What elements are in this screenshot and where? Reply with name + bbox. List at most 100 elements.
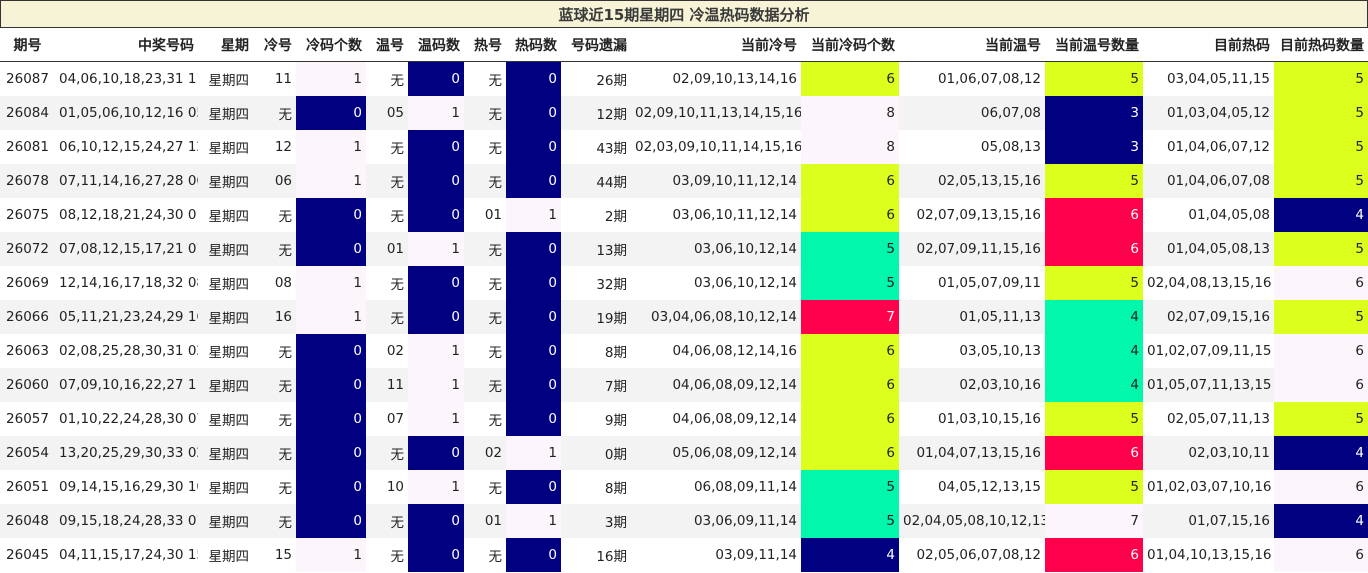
weekday-cell: 星期四	[198, 130, 253, 164]
current-cold-cell: 03,04,06,08,10,12,14	[631, 300, 801, 334]
current-hot-count-cell: 5	[1274, 402, 1368, 436]
current-cold-count-cell: 7	[801, 300, 899, 334]
hot-number-cell: 01	[464, 504, 506, 538]
current-cold-count-cell: 5	[801, 470, 899, 504]
hot-count-cell: 0	[506, 130, 561, 164]
weekday-cell: 星期四	[198, 368, 253, 402]
weekday-cell: 星期四	[198, 436, 253, 470]
table-row: 26063 02,08,25,28,30,31 02 星期四无 0 02 1 无 0 8期 04,…	[0, 334, 1368, 368]
hot-number-cell: 无	[464, 402, 506, 436]
analysis-table: 期号 中奖号码 星期 冷号 冷码个数 温号 温码数 热号 热码数 号码遗漏 当前…	[0, 28, 1368, 572]
winning-numbers-cell: 01,05,06,10,12,16 05	[55, 96, 198, 130]
warm-count-cell: 0	[408, 198, 464, 232]
hot-count-cell: 0	[506, 164, 561, 198]
winning-numbers-cell: 04,11,15,17,24,30 15	[55, 538, 198, 572]
issue-cell: 26051	[0, 470, 55, 504]
hot-count-cell: 0	[506, 266, 561, 300]
weekday-cell: 星期四	[198, 198, 253, 232]
current-cold-count-cell: 5	[801, 232, 899, 266]
header-weekday: 星期	[198, 28, 253, 62]
issue-cell: 26054	[0, 436, 55, 470]
warm-count-cell: 1	[408, 96, 464, 130]
current-hot-cell: 01,05,07,11,13,15	[1143, 368, 1274, 402]
current-warm-count-cell: 3	[1045, 130, 1143, 164]
current-hot-cell: 01,04,05,08	[1143, 198, 1274, 232]
winning-numbers-cell: 05,11,21,23,24,29 16	[55, 300, 198, 334]
omission-cell: 12期	[561, 96, 631, 130]
table-row: 26075 08,12,18,21,24,30 01 星期四无 0 无 0 01 1 2期 03,…	[0, 198, 1368, 232]
header-numbers: 中奖号码	[55, 28, 198, 62]
issue-cell: 26087	[0, 61, 55, 96]
current-cold-count-cell: 5	[801, 266, 899, 300]
cold-number-cell: 06	[253, 164, 296, 198]
current-hot-count-cell: 6	[1274, 470, 1368, 504]
current-warm-count-cell: 6	[1045, 232, 1143, 266]
hot-count-cell: 0	[506, 300, 561, 334]
current-cold-cell: 03,06,10,12,14	[631, 232, 801, 266]
omission-cell: 19期	[561, 300, 631, 334]
cold-number-cell: 15	[253, 538, 296, 572]
header-row: 期号 中奖号码 星期 冷号 冷码个数 温号 温码数 热号 热码数 号码遗漏 当前…	[0, 28, 1368, 62]
current-cold-cell: 03,06,10,11,12,14	[631, 198, 801, 232]
winning-numbers-cell: 06,10,12,15,24,27 12	[55, 130, 198, 164]
omission-cell: 16期	[561, 538, 631, 572]
issue-cell: 26081	[0, 130, 55, 164]
current-cold-count-cell: 6	[801, 198, 899, 232]
omission-cell: 9期	[561, 402, 631, 436]
cold-count-cell: 0	[296, 198, 366, 232]
current-hot-count-cell: 6	[1274, 334, 1368, 368]
weekday-cell: 星期四	[198, 504, 253, 538]
weekday-cell: 星期四	[198, 232, 253, 266]
weekday-cell: 星期四	[198, 164, 253, 198]
current-hot-cell: 01,04,10,13,15,16	[1143, 538, 1274, 572]
warm-number-cell: 无	[366, 130, 408, 164]
current-cold-count-cell: 6	[801, 402, 899, 436]
header-omission: 号码遗漏	[561, 28, 631, 62]
current-hot-cell: 01,03,04,05,12	[1143, 96, 1274, 130]
warm-count-cell: 1	[408, 334, 464, 368]
current-hot-count-cell: 4	[1274, 436, 1368, 470]
current-cold-count-cell: 6	[801, 334, 899, 368]
warm-number-cell: 无	[366, 198, 408, 232]
omission-cell: 3期	[561, 504, 631, 538]
cold-number-cell: 无	[253, 96, 296, 130]
cold-count-cell: 0	[296, 334, 366, 368]
header-hot: 热号	[464, 28, 506, 62]
hot-count-cell: 0	[506, 334, 561, 368]
cold-count-cell: 1	[296, 164, 366, 198]
issue-cell: 26075	[0, 198, 55, 232]
hot-count-cell: 1	[506, 504, 561, 538]
hot-count-cell: 0	[506, 538, 561, 572]
warm-count-cell: 1	[408, 402, 464, 436]
table-row: 26072 07,08,12,15,17,21 01 星期四无 0 01 1 无 0 13期 03…	[0, 232, 1368, 266]
current-warm-count-cell: 6	[1045, 538, 1143, 572]
warm-number-cell: 11	[366, 368, 408, 402]
table-row: 26081 06,10,12,15,24,27 12 星期四 12 1 无 0 无 0 43期 02…	[0, 130, 1368, 164]
table-row: 26054 13,20,25,29,30,33 02 星期四无 0 无 0 02 1 0期 05,…	[0, 436, 1368, 470]
current-warm-cell: 02,05,13,15,16	[899, 164, 1045, 198]
warm-count-cell: 1	[408, 470, 464, 504]
table-row: 26078 07,11,14,16,27,28 06 星期四 06 1 无 0 无 0 44期 03…	[0, 164, 1368, 198]
weekday-cell: 星期四	[198, 96, 253, 130]
winning-numbers-cell: 09,15,18,24,28,33 01	[55, 504, 198, 538]
warm-count-cell: 0	[408, 436, 464, 470]
hot-number-cell: 无	[464, 368, 506, 402]
current-cold-count-cell: 6	[801, 436, 899, 470]
current-hot-cell: 01,07,15,16	[1143, 504, 1274, 538]
omission-cell: 26期	[561, 61, 631, 96]
omission-cell: 32期	[561, 266, 631, 300]
current-hot-count-cell: 4	[1274, 198, 1368, 232]
current-warm-cell: 01,05,11,13	[899, 300, 1045, 334]
cold-count-cell: 1	[296, 61, 366, 96]
issue-cell: 26063	[0, 334, 55, 368]
winning-numbers-cell: 04,06,10,18,23,31 11	[55, 61, 198, 96]
current-warm-count-cell: 4	[1045, 334, 1143, 368]
current-warm-count-cell: 5	[1045, 164, 1143, 198]
header-cold: 冷号	[253, 28, 296, 62]
current-warm-cell: 01,04,07,13,15,16	[899, 436, 1045, 470]
header-hot-count: 热码数	[506, 28, 561, 62]
page-title: 蓝球近15期星期四 冷温热码数据分析	[0, 0, 1368, 28]
current-warm-cell: 02,05,06,07,08,12	[899, 538, 1045, 572]
header-warm: 温号	[366, 28, 408, 62]
current-warm-cell: 01,03,10,15,16	[899, 402, 1045, 436]
